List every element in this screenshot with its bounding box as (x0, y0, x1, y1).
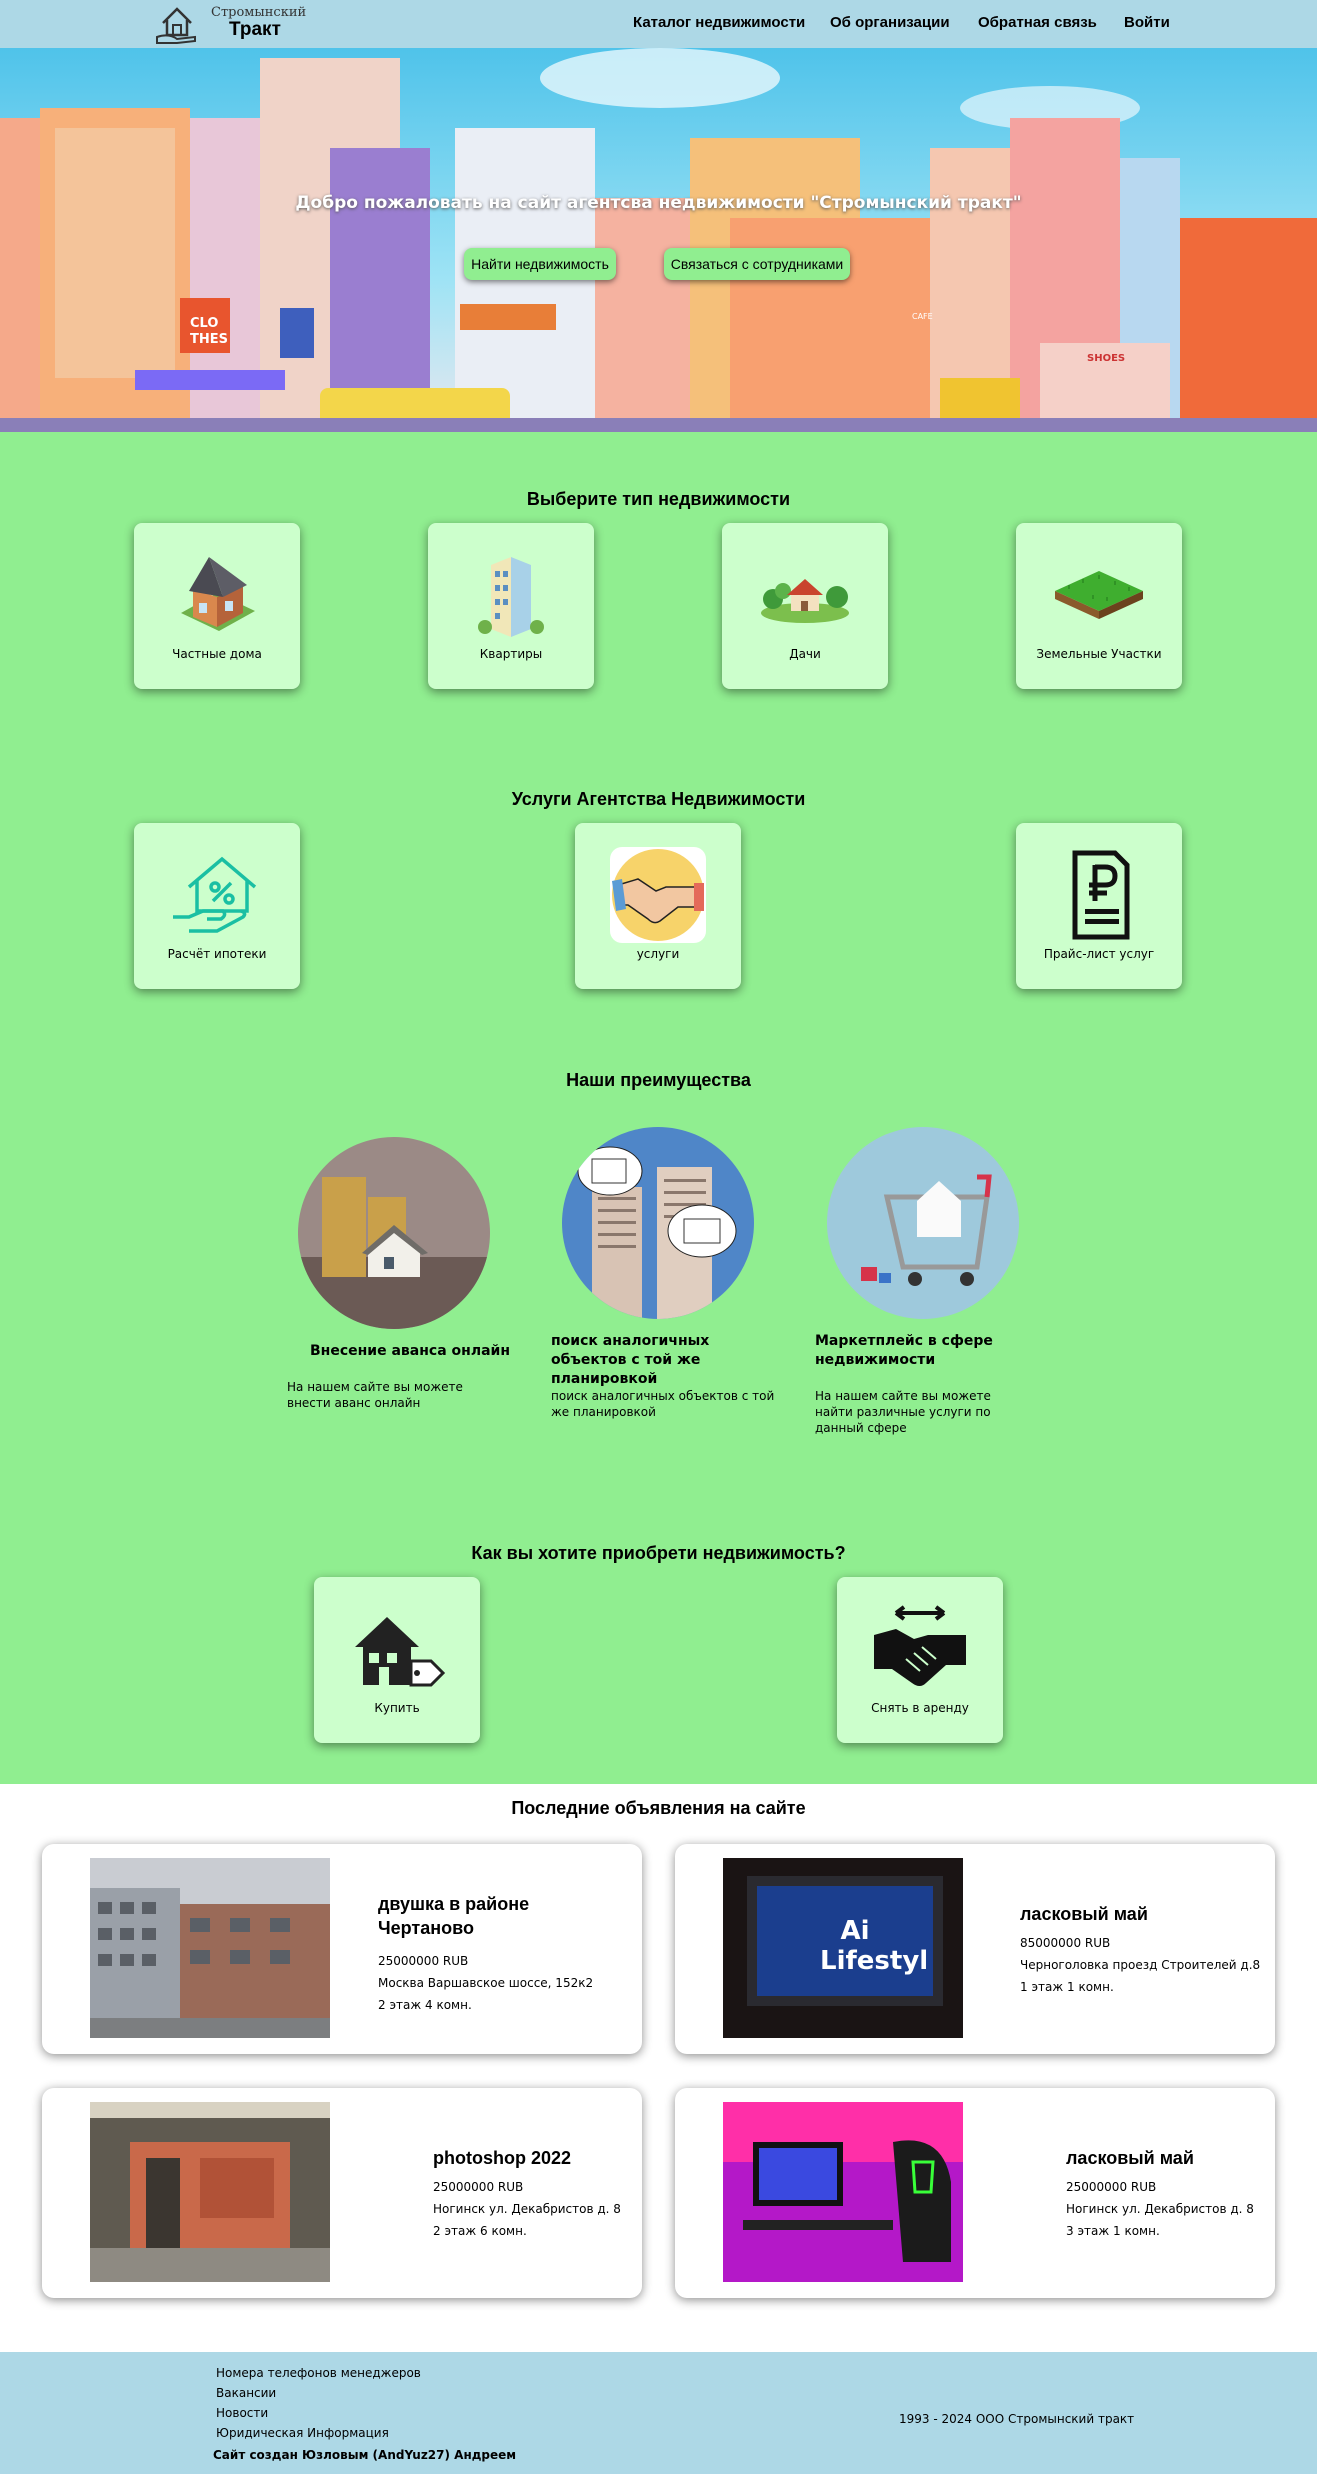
listing-photo (90, 1858, 330, 2038)
site-header: Стромынский Тракт Каталог недвижимости О… (0, 0, 1317, 48)
city-illustration (0, 48, 1317, 432)
type-card-house[interactable]: Частные дома (134, 523, 300, 689)
service-card-mortgage[interactable]: Расчёт ипотеки (134, 823, 300, 989)
listing-card[interactable]: Ai Lifestyl ласковый май 85000000 RUB Че… (675, 1844, 1275, 2054)
listing-address: Ногинск ул. Декабристов д. 8 (1066, 2202, 1254, 2216)
apartment-towers-image (562, 1127, 754, 1319)
listing-price: 25000000 RUB (378, 1954, 469, 1968)
listing-photo-text: Ai Lifestyl (820, 1916, 929, 1976)
hero-title: Добро пожаловать на сайт агентсва недвиж… (295, 193, 1022, 213)
footer-author: Сайт создан Юзловым (AndYuz27) Андреем (213, 2448, 517, 2462)
advantage-text: На нашем сайте вы можете внести аванс он… (287, 1380, 463, 1410)
land-plot-icon (1055, 571, 1143, 619)
listing-title: двушка в районе Чертаново (378, 1894, 530, 1938)
type-label: Квартиры (479, 647, 543, 661)
site-footer: Номера телефонов менеджеров Вакансии Нов… (0, 2352, 1317, 2474)
house-price-tag-icon (355, 1617, 446, 1687)
nav-login[interactable]: Войти (1124, 14, 1170, 31)
listing-details: 2 этаж 4 комн. (378, 1998, 472, 2012)
sign-cafe: CAFE (912, 312, 933, 321)
hero-banner: CLO THES SHOES CAFE Добро пожаловать на … (0, 48, 1317, 432)
listing-details: 3 этаж 1 комн. (1066, 2224, 1160, 2238)
advantage-text: поиск аналогичных объектов с той же план… (551, 1389, 775, 1419)
advantage-heading: Маркетплейс в сфере недвижимости (815, 1333, 993, 1368)
acquire-card-rent[interactable]: Снять в аренду (837, 1577, 1003, 1743)
type-label: Земельные Участки (1036, 647, 1162, 661)
contact-staff-button[interactable]: Связаться с сотрудниками (664, 248, 850, 280)
advantage-text: На нашем сайте вы можете найти различные… (815, 1389, 991, 1435)
listing-card[interactable]: photoshop 2022 25000000 RUB Ногинск ул. … (42, 2088, 642, 2298)
type-label: Дачи (789, 647, 821, 661)
handshake-arrows-icon (874, 1605, 966, 1686)
country-house-icon (761, 579, 849, 623)
footer-link-phones[interactable]: Номера телефонов менеджеров (216, 2366, 421, 2380)
advantage-heading: Внесение аванса онлайн (310, 1343, 511, 1359)
type-card-land[interactable]: Земельные Участки (1016, 523, 1182, 689)
service-label: Прайс-лист услуг (1043, 947, 1155, 961)
listing-title: ласковый май (1066, 2148, 1194, 2168)
listing-card[interactable]: двушка в районе Чертаново 25000000 RUB М… (42, 1844, 642, 2054)
service-label: Расчёт ипотеки (167, 947, 267, 961)
nav-feedback[interactable]: Обратная связь (978, 14, 1097, 31)
logo-line1: Стромынский (211, 5, 307, 20)
listing-photo (723, 2102, 963, 2282)
service-card-services[interactable]: услуги (575, 823, 741, 989)
acquire-card-buy[interactable]: Купить (314, 1577, 480, 1743)
acquire-label: Купить (374, 1701, 420, 1715)
price-list-icon (1072, 850, 1130, 940)
nav-catalog[interactable]: Каталог недвижимости (633, 14, 805, 31)
sign-shoes: SHOES (1087, 353, 1126, 364)
advantages-title: Наши преимущества (566, 1070, 751, 1090)
service-card-pricelist[interactable]: Прайс-лист услуг (1016, 823, 1182, 989)
find-property-button[interactable]: Найти недвижимость (464, 248, 616, 280)
cart-house-image (827, 1127, 1019, 1319)
apartment-building-icon (478, 557, 544, 637)
type-card-dacha[interactable]: Дачи (722, 523, 888, 689)
house-hand-icon (156, 7, 196, 45)
listing-address: Черноголовка проезд Строителей д.8 (1020, 1958, 1261, 1972)
listing-details: 1 этаж 1 комн. (1020, 1980, 1114, 1994)
type-label: Частные дома (172, 647, 262, 661)
footer-link-vacancies[interactable]: Вакансии (216, 2386, 276, 2400)
house-icon (181, 557, 255, 631)
footer-link-news[interactable]: Новости (216, 2406, 268, 2420)
listing-photo (90, 2102, 330, 2282)
handshake-icon (610, 847, 706, 943)
listing-price: 85000000 RUB (1020, 1936, 1111, 1950)
listing-address: Ногинск ул. Декабристов д. 8 (433, 2202, 621, 2216)
listing-card[interactable]: ласковый май 25000000 RUB Ногинск ул. Де… (675, 2088, 1275, 2298)
nav-about[interactable]: Об организации (830, 14, 950, 31)
mortgage-icon (173, 856, 257, 933)
latest-listings-section: Последние объявления на сайте двушка в р… (0, 1784, 1317, 2352)
footer-copyright: 1993 - 2024 ООО Стромынский тракт (899, 2412, 1135, 2426)
listing-details: 2 этаж 6 комн. (433, 2224, 527, 2238)
service-label: услуги (636, 947, 680, 961)
logo-line2: Тракт (229, 19, 281, 40)
type-card-apartments[interactable]: Квартиры (428, 523, 594, 689)
listing-title: ласковый май (1020, 1904, 1148, 1924)
services-title: Услуги Агентства Недвижимости (511, 789, 806, 809)
listing-price: 25000000 RUB (433, 2180, 524, 2194)
listing-address: Москва Варшавское шоссе, 152к2 (378, 1976, 594, 1990)
site-logo[interactable]: Стромынский Тракт (153, 2, 313, 46)
footer-link-legal[interactable]: Юридическая Информация (216, 2426, 389, 2440)
advantage-heading: поиск аналогичных объектов с той же план… (551, 1333, 710, 1387)
listing-price: 25000000 RUB (1066, 2180, 1157, 2194)
acquire-label: Снять в аренду (871, 1701, 969, 1715)
types-title: Выберите тип недвижимости (526, 489, 791, 509)
coins-house-image (298, 1137, 490, 1329)
sign-clothes: CLO THES (190, 316, 228, 347)
listing-title: photoshop 2022 (433, 2148, 572, 2168)
latest-title: Последние объявления на сайте (511, 1798, 806, 1818)
acquire-title: Как вы хотите приобрети недвижимость? (471, 1543, 846, 1563)
